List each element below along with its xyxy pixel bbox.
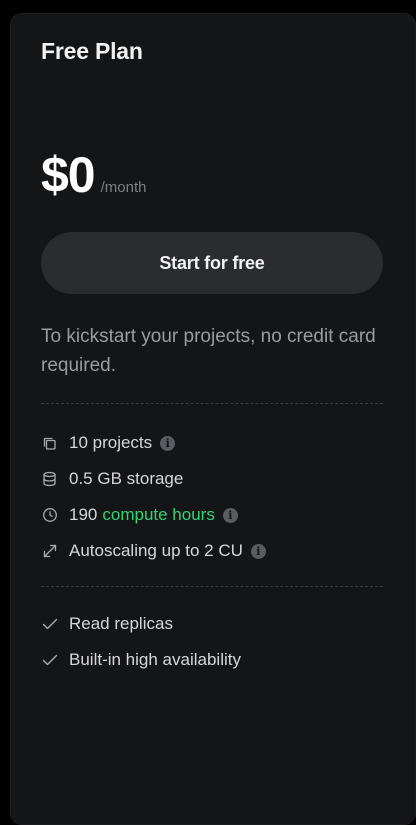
divider — [41, 403, 383, 404]
clock-icon — [41, 507, 58, 524]
copy-icon — [41, 435, 58, 452]
info-icon[interactable]: i — [250, 543, 266, 559]
pricing-card: Free Plan $0 /month Start for free To ki… — [10, 13, 416, 825]
feature-label: 10 projects — [69, 433, 153, 452]
info-icon[interactable]: i — [160, 435, 176, 451]
check-icon — [41, 652, 58, 669]
feature-storage: 0.5 GB storage — [41, 461, 386, 497]
plan-description: To kickstart your projects, no credit ca… — [41, 326, 376, 376]
price-amount: $0 — [41, 147, 96, 203]
feature-label: Autoscaling up to 2 CU — [69, 541, 243, 560]
start-for-free-button[interactable]: Start for free — [41, 232, 383, 294]
feature-label: 190 — [69, 505, 98, 524]
price-row: $0 /month — [41, 145, 146, 205]
divider — [41, 586, 383, 587]
feature-label: 0.5 GB storage — [69, 469, 184, 488]
expand-arrows-icon — [41, 543, 58, 560]
database-icon — [41, 471, 58, 488]
feature-compute-hours: 190 compute hours i — [41, 497, 386, 533]
feature-label: Read replicas — [69, 614, 173, 633]
feature-autoscaling: Autoscaling up to 2 CU i — [41, 533, 386, 569]
extras-list: Read replicas Built-in high availability — [41, 606, 386, 678]
feature-high-availability: Built-in high availability — [41, 642, 386, 678]
feature-list: 10 projects i 0.5 GB storage 190 compute… — [41, 425, 386, 569]
feature-read-replicas: Read replicas — [41, 606, 386, 642]
plan-title: Free Plan — [41, 38, 143, 64]
feature-label: Built-in high availability — [69, 650, 241, 669]
check-icon — [41, 616, 58, 633]
compute-hours-link[interactable]: compute hours — [102, 505, 214, 525]
info-icon[interactable]: i — [222, 507, 238, 523]
price-period: /month — [100, 179, 147, 196]
feature-projects: 10 projects i — [41, 425, 386, 461]
